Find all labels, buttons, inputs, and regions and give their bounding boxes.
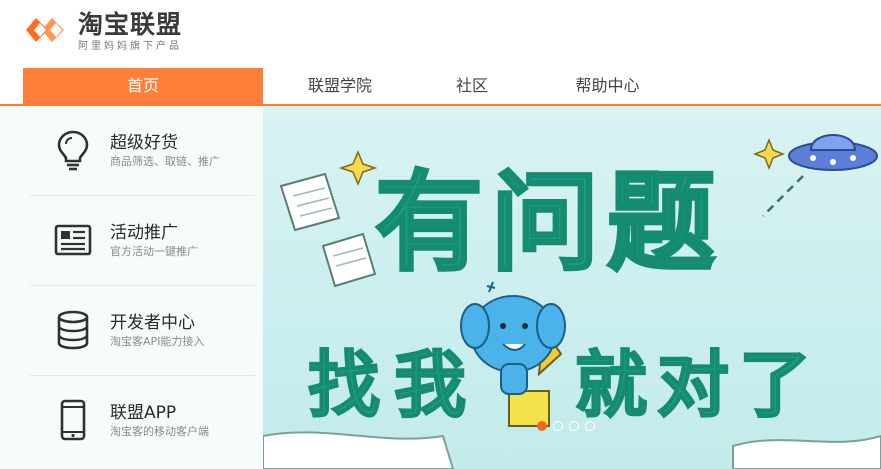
side-item-title: 超级好货	[110, 133, 178, 153]
side-item-desc: 淘宝客的移动客户端	[110, 425, 209, 438]
carousel-dot[interactable]	[569, 421, 579, 431]
taobao-union-logo-icon	[26, 18, 64, 42]
database-icon	[57, 310, 89, 350]
side-item-title: 开发者中心	[110, 313, 195, 333]
paper-icon	[279, 172, 341, 232]
header: 淘宝联盟 阿里妈妈旗下产品	[0, 0, 881, 68]
nav-home[interactable]: 首页	[23, 68, 263, 104]
banner-slogan-part-1: 找我	[307, 342, 481, 428]
ufo-icon	[762, 134, 878, 217]
side-item-title: 活动推广	[110, 223, 178, 243]
side-item-desc: 官方活动一键推广	[110, 245, 198, 258]
logo[interactable]: 淘宝联盟 阿里妈妈旗下产品	[22, 10, 222, 58]
side-item-desc: 淘宝客API能力接入	[110, 335, 205, 348]
carousel-dot[interactable]	[537, 421, 547, 431]
side-item-super-goods[interactable]: 超级好货 商品筛选、取链、推广	[30, 106, 255, 196]
side-item-title: 联盟APP	[110, 403, 177, 423]
paper-icon	[263, 431, 881, 469]
carousel-dot[interactable]	[553, 421, 563, 431]
nav-academy[interactable]: 联盟学院	[290, 68, 390, 104]
carousel-dot[interactable]	[585, 421, 595, 431]
paper-icon	[321, 232, 377, 288]
mobile-phone-icon	[60, 399, 86, 441]
main-nav: 首页 联盟学院 社区 帮助中心	[0, 68, 881, 106]
logo-subtitle: 阿里妈妈旗下产品	[78, 41, 182, 52]
banner-headline: 有问题	[373, 161, 724, 286]
nav-help-center[interactable]: 帮助中心	[555, 68, 660, 104]
banner-carousel[interactable]: 有问题 找我 就对了	[263, 106, 881, 469]
banner-slogan-part-2: 就对了	[574, 342, 822, 428]
side-item-developer-center[interactable]: 开发者中心 淘宝客API能力接入	[30, 286, 255, 376]
side-item-activity-promo[interactable]: 活动推广 官方活动一键推广	[30, 196, 255, 286]
lightbulb-icon	[57, 130, 89, 171]
newspaper-icon	[54, 224, 92, 256]
carousel-indicators	[537, 421, 595, 431]
nav-community[interactable]: 社区	[432, 68, 512, 104]
side-item-desc: 商品筛选、取链、推广	[110, 155, 220, 168]
side-menu: 超级好货 商品筛选、取链、推广 活动推广 官方活动一键推广 开发者中心 淘宝客A…	[0, 106, 263, 469]
side-item-union-app[interactable]: 联盟APP 淘宝客的移动客户端	[30, 376, 255, 466]
logo-title: 淘宝联盟	[78, 10, 183, 39]
